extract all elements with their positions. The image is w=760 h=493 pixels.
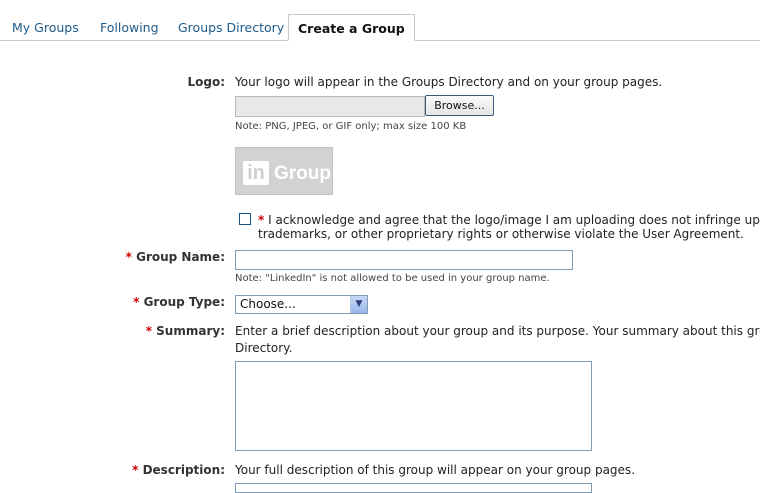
group-tabs: My Groups Following Groups Directory Cre… [0, 0, 760, 41]
summary-label: * Summary: [120, 324, 225, 338]
summary-label-text: Summary: [156, 324, 225, 338]
logo-file-path-field[interactable] [235, 96, 425, 117]
logo-format-note: Note: PNG, JPEG, or GIF only; max size 1… [235, 121, 467, 132]
description-textarea[interactable] [235, 483, 592, 493]
browse-button[interactable]: Browse... [425, 95, 494, 116]
tab-create-group[interactable]: Create a Group [288, 14, 415, 41]
acknowledge-text: I acknowledge and agree that the logo/im… [268, 213, 760, 227]
required-asterisk: * [258, 213, 265, 227]
required-asterisk: * [133, 295, 140, 309]
group-type-selected: Choose... [240, 297, 296, 311]
group-name-input[interactable] [235, 250, 573, 270]
logo-placeholder-text: Group [274, 163, 331, 184]
logo-help-text: Your logo will appear in the Groups Dire… [235, 75, 663, 89]
required-asterisk: * [132, 463, 139, 477]
summary-help-line1: Enter a brief description about your gro… [235, 324, 760, 338]
group-type-label: * Group Type: [120, 295, 225, 309]
tab-my-groups[interactable]: My Groups [12, 20, 79, 35]
group-name-label-text: Group Name: [136, 250, 225, 264]
group-type-select[interactable]: Choose... ▼ [235, 295, 368, 314]
summary-help-line2: Directory. [235, 341, 293, 355]
required-asterisk: * [125, 250, 132, 264]
group-name-note: Note: "LinkedIn" is not allowed to be us… [235, 273, 550, 284]
description-label-text: Description: [142, 463, 225, 477]
summary-textarea[interactable] [235, 361, 592, 451]
tab-groups-directory[interactable]: Groups Directory [178, 20, 284, 35]
acknowledge-text-line2: trademarks, or other proprietary rights … [258, 227, 744, 241]
acknowledge-text-line1: * I acknowledge and agree that the logo/… [258, 213, 760, 227]
group-type-label-text: Group Type: [143, 295, 225, 309]
chevron-down-icon[interactable]: ▼ [350, 296, 367, 313]
linkedin-logo-icon: in [243, 161, 269, 185]
tab-following[interactable]: Following [100, 20, 159, 35]
description-help-text: Your full description of this group will… [235, 463, 636, 477]
group-name-label: * Group Name: [120, 250, 225, 264]
description-label: * Description: [120, 463, 225, 477]
acknowledge-checkbox[interactable] [239, 213, 251, 225]
logo-placeholder-image: in Group [235, 147, 333, 195]
logo-label: Logo: [187, 75, 225, 89]
required-asterisk: * [145, 324, 152, 338]
